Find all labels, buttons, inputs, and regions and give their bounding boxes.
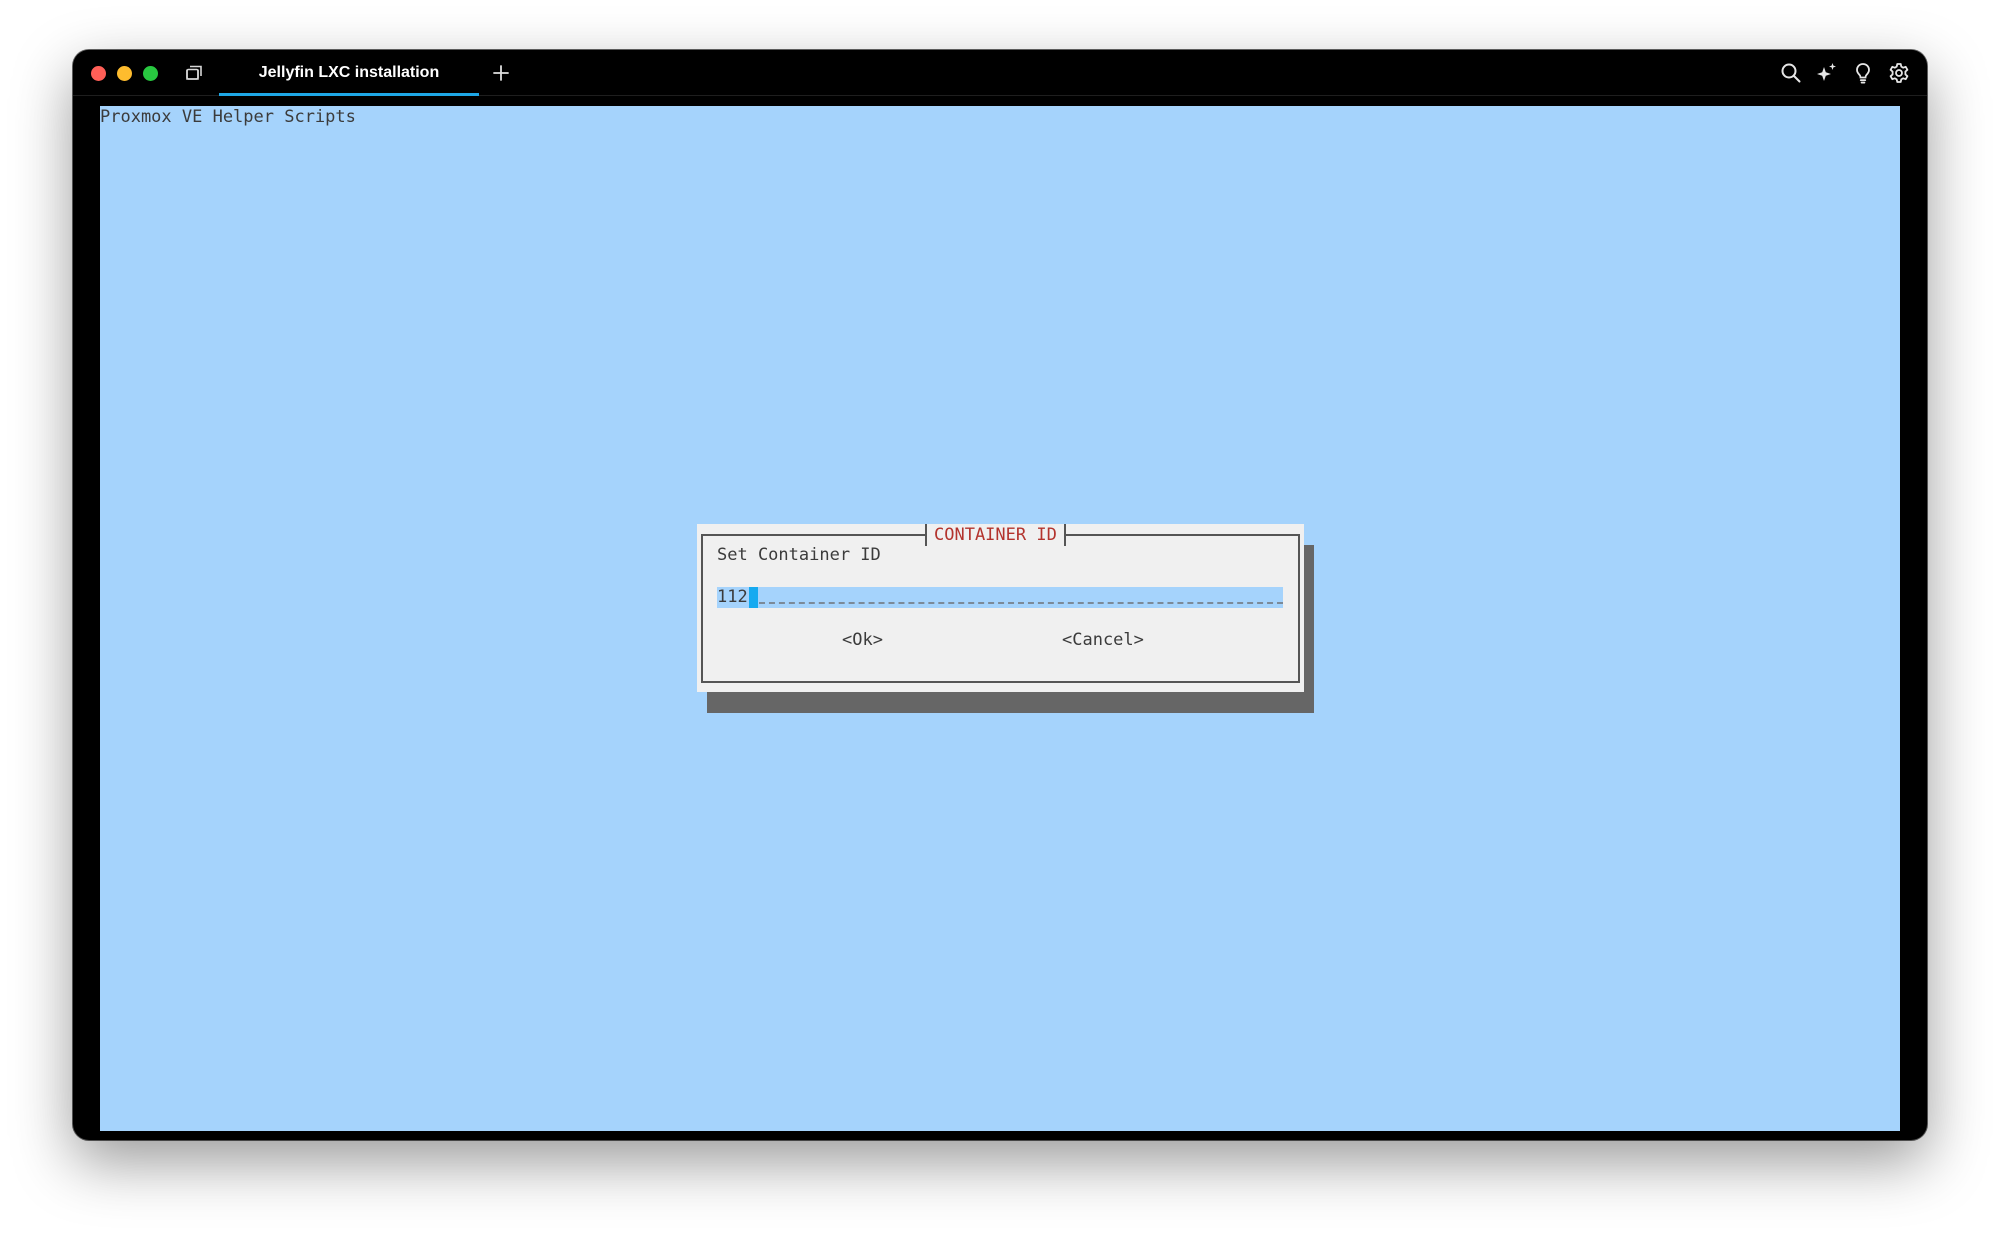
- title-left-bracket: [920, 524, 932, 546]
- tab-label: Jellyfin LXC installation: [258, 64, 440, 81]
- dialog-title: CONTAINER ID: [934, 525, 1057, 545]
- gear-icon[interactable]: [1887, 61, 1911, 85]
- backtitle: Proxmox VE Helper Scripts: [100, 107, 356, 127]
- container-id-input[interactable]: 112: [717, 587, 1283, 608]
- close-window-button[interactable]: [91, 66, 106, 81]
- input-fill-dashes: [759, 602, 1283, 604]
- terminal-window: Jellyfin LXC installation Proxmox VE Hel…: [73, 50, 1927, 1140]
- title-bar: Jellyfin LXC installation: [73, 50, 1927, 96]
- title-right-bracket: [1059, 524, 1071, 546]
- dialog-title-bar: CONTAINER ID: [920, 524, 1071, 546]
- text-cursor: [749, 587, 758, 608]
- ok-button[interactable]: <Ok>: [842, 629, 883, 651]
- new-tab-plus-icon[interactable]: [489, 61, 513, 85]
- minimize-window-button[interactable]: [117, 66, 132, 81]
- tab-jellyfin-lxc-installation[interactable]: Jellyfin LXC installation: [219, 50, 479, 96]
- search-icon[interactable]: [1779, 61, 1803, 85]
- sparkle-icon[interactable]: [1815, 61, 1839, 85]
- zoom-window-button[interactable]: [143, 66, 158, 81]
- container-id-dialog: CONTAINER ID Set Container ID 112 <Ok> <…: [697, 524, 1304, 692]
- active-tab-indicator: [219, 93, 479, 96]
- cancel-button[interactable]: <Cancel>: [1062, 629, 1144, 651]
- tabs-overview-icon[interactable]: [183, 62, 205, 84]
- terminal-content[interactable]: Proxmox VE Helper Scripts CONTAINER ID S…: [100, 106, 1900, 1131]
- lightbulb-icon[interactable]: [1851, 61, 1875, 85]
- dialog-prompt: Set Container ID: [717, 545, 881, 565]
- input-value: 112: [717, 587, 748, 607]
